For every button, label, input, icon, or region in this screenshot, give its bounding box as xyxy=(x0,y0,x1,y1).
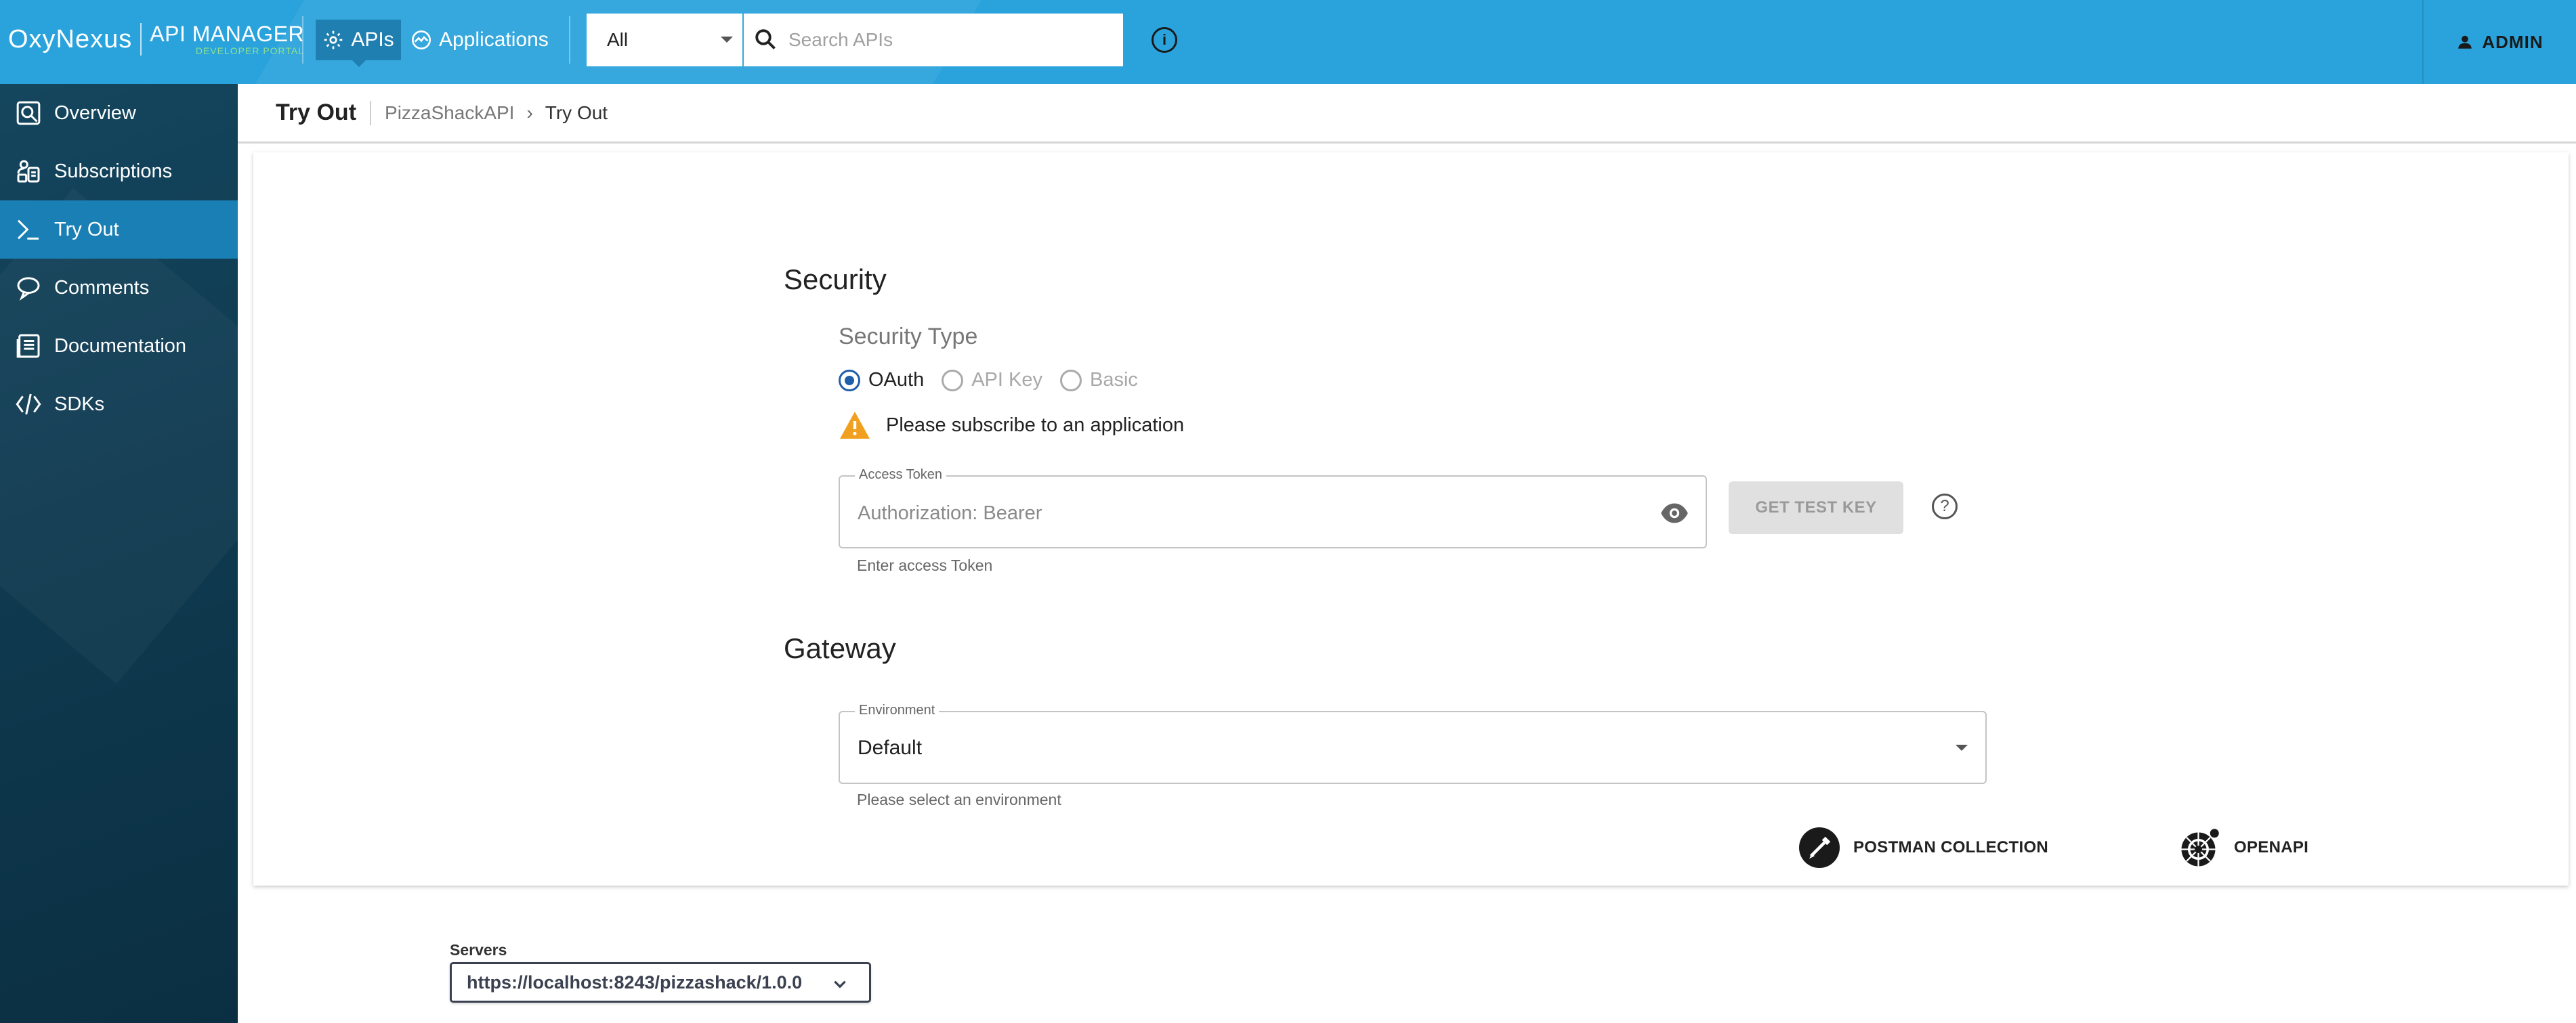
environment-legend: Environment xyxy=(855,703,939,718)
eye-icon[interactable] xyxy=(1660,501,1689,525)
access-token-helper: Enter access Token xyxy=(857,557,993,574)
sidebar-item-label: SDKs xyxy=(54,393,105,415)
left-sidebar: Overview Subscriptions Try Out Comments xyxy=(0,84,238,1023)
breadcrumb-divider xyxy=(370,100,372,125)
sidebar-item-label: Try Out xyxy=(54,218,119,240)
sidebar-item-documentation[interactable]: Documentation xyxy=(0,317,238,375)
brand-subtitle: DEVELOPER PORTAL xyxy=(195,45,305,56)
get-test-key-button[interactable]: GET TEST KEY xyxy=(1729,481,1903,534)
access-token-field: Access Token xyxy=(839,467,1707,548)
brand-title-block: API MANAGER DEVELOPER PORTAL xyxy=(150,23,304,56)
environment-helper: Please select an environment xyxy=(857,791,1061,808)
applications-icon xyxy=(412,30,431,49)
terminal-icon xyxy=(17,219,39,240)
nav-apis[interactable]: APIs xyxy=(316,20,401,67)
comments-icon xyxy=(17,277,40,301)
sidebar-item-label: Overview xyxy=(54,102,136,124)
sidebar-item-subscriptions[interactable]: Subscriptions xyxy=(0,142,238,200)
radio-oauth[interactable]: OAuth xyxy=(839,369,924,391)
environment-select[interactable]: Environment Default xyxy=(839,703,1987,784)
openapi-button[interactable]: OPENAPI xyxy=(2180,827,2308,868)
overview-icon xyxy=(16,101,41,125)
search-scope-select[interactable]: All xyxy=(587,14,742,66)
gear-icon xyxy=(324,30,343,49)
brand-divider xyxy=(140,23,142,56)
sidebar-item-comments[interactable]: Comments xyxy=(0,259,238,317)
openapi-icon xyxy=(2181,829,2219,867)
nav-applications-label: Applications xyxy=(439,28,549,51)
radio-api-key[interactable]: API Key xyxy=(942,369,1042,391)
servers-select[interactable]: https://localhost:8243/pizzashack/1.0.0 xyxy=(450,962,871,1003)
sidebar-item-label: Subscriptions xyxy=(54,160,173,182)
radio-dot xyxy=(839,369,860,391)
gateway-heading: Gateway xyxy=(784,632,896,664)
warning-text: Please subscribe to an application xyxy=(886,414,1185,436)
security-heading: Security xyxy=(784,263,887,295)
breadcrumb-current: Try Out xyxy=(545,102,608,123)
search-box xyxy=(744,14,1123,66)
subscribe-warning: Please subscribe to an application xyxy=(839,410,1184,440)
sidebar-item-label: Documentation xyxy=(54,334,187,357)
postman-icon xyxy=(1799,827,1840,868)
caret-down-icon xyxy=(1956,745,1968,751)
search-input[interactable] xyxy=(788,29,1100,51)
environment-value: Default xyxy=(858,737,923,759)
radio-basic[interactable]: Basic xyxy=(1060,369,1138,391)
openapi-label: OPENAPI xyxy=(2234,838,2309,856)
radio-dot xyxy=(942,369,964,391)
code-icon xyxy=(16,393,41,415)
servers-label: Servers xyxy=(450,941,507,959)
access-token-input[interactable] xyxy=(858,498,1643,528)
documentation-icon xyxy=(16,334,40,358)
info-icon[interactable]: i xyxy=(1152,27,1177,53)
brand[interactable]: OxyNexus API MANAGER DEVELOPER PORTAL xyxy=(8,23,304,56)
subscriptions-icon xyxy=(17,160,40,183)
breadcrumb: Try Out PizzaShackAPI › Try Out xyxy=(238,84,2576,144)
radio-label: Basic xyxy=(1090,369,1138,391)
user-name: ADMIN xyxy=(2482,31,2543,52)
sidebar-item-overview[interactable]: Overview xyxy=(0,84,238,142)
top-header: OxyNexus API MANAGER DEVELOPER PORTAL AP… xyxy=(0,0,2576,84)
access-token-legend: Access Token xyxy=(855,467,947,483)
security-type-radio-group: OAuth API Key Basic xyxy=(839,369,1156,391)
chevron-down-icon xyxy=(834,980,846,988)
caret-down-icon xyxy=(721,37,733,43)
chevron-right-icon: › xyxy=(526,102,533,123)
warning-icon xyxy=(840,412,870,439)
sidebar-item-sdks[interactable]: SDKs xyxy=(0,375,238,433)
radio-label: OAuth xyxy=(868,369,925,391)
security-type-label: Security Type xyxy=(839,324,978,349)
header-divider xyxy=(302,16,303,64)
search-icon xyxy=(755,29,776,49)
sidebar-item-label: Comments xyxy=(54,276,150,299)
nav-apis-label: APIs xyxy=(351,28,394,51)
sidebar-item-try-out[interactable]: Try Out xyxy=(0,200,238,259)
header-divider xyxy=(569,16,570,64)
user-menu[interactable]: ADMIN xyxy=(2422,0,2576,84)
nav-applications[interactable]: Applications xyxy=(410,20,549,60)
breadcrumb-api-link[interactable]: PizzaShackAPI xyxy=(385,102,514,124)
servers-value: https://localhost:8243/pizzashack/1.0.0 xyxy=(467,972,803,993)
radio-dot xyxy=(1060,369,1082,391)
page-title: Try Out xyxy=(276,100,357,125)
radio-label: API Key xyxy=(971,369,1042,391)
brand-title: API MANAGER xyxy=(150,22,305,46)
help-icon[interactable]: ? xyxy=(1932,494,1958,519)
postman-label: POSTMAN COLLECTION xyxy=(1853,838,2049,856)
postman-collection-button[interactable]: POSTMAN COLLECTION xyxy=(1799,827,2048,868)
search-scope-value: All xyxy=(607,29,629,50)
user-icon xyxy=(2458,35,2472,49)
brand-logo: OxyNexus xyxy=(8,24,133,53)
